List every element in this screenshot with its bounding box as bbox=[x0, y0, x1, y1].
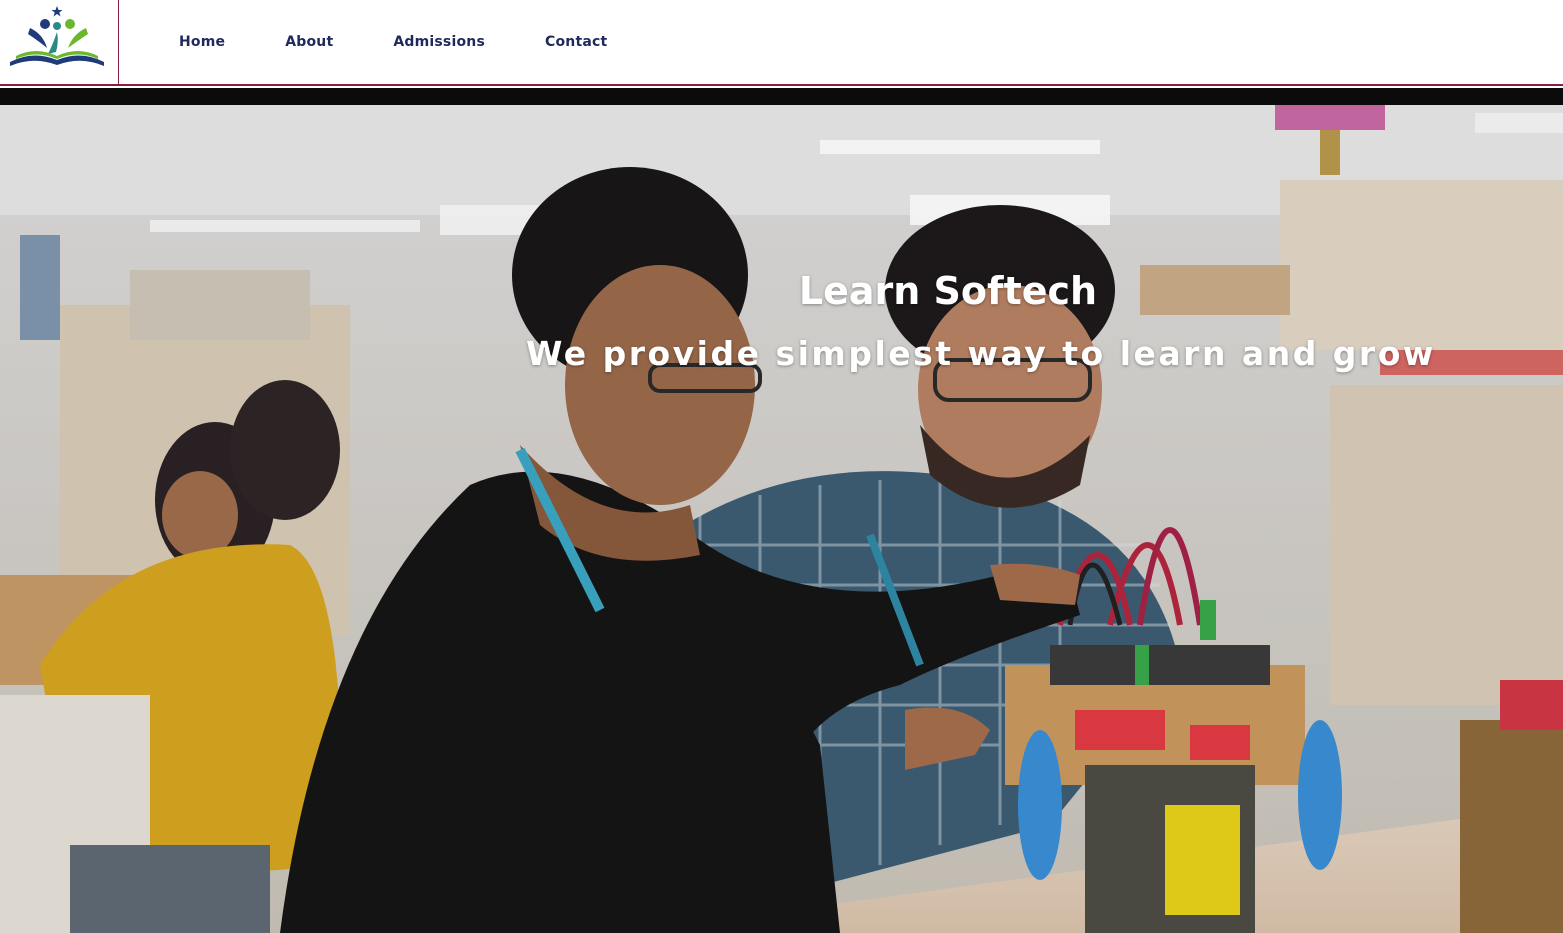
main-nav: Home About Admissions Contact bbox=[119, 0, 667, 84]
hero-title: Learn Softech bbox=[798, 269, 1098, 313]
hero-subtitle: We provide simplest way to learn and gro… bbox=[526, 334, 1436, 373]
students-in-electronics-lab-photo bbox=[0, 105, 1563, 933]
logo-container[interactable] bbox=[0, 0, 119, 84]
open-book-students-logo[interactable] bbox=[8, 4, 108, 70]
nav-about-link[interactable]: About bbox=[285, 34, 333, 50]
top-navbar: Home About Admissions Contact bbox=[0, 0, 1563, 86]
hero-section: Learn Softech We provide simplest way to… bbox=[0, 105, 1563, 933]
divider-band bbox=[0, 88, 1563, 105]
nav-home-link[interactable]: Home bbox=[179, 34, 225, 50]
nav-admissions-link[interactable]: Admissions bbox=[393, 34, 485, 50]
nav-contact-link[interactable]: Contact bbox=[545, 34, 607, 50]
